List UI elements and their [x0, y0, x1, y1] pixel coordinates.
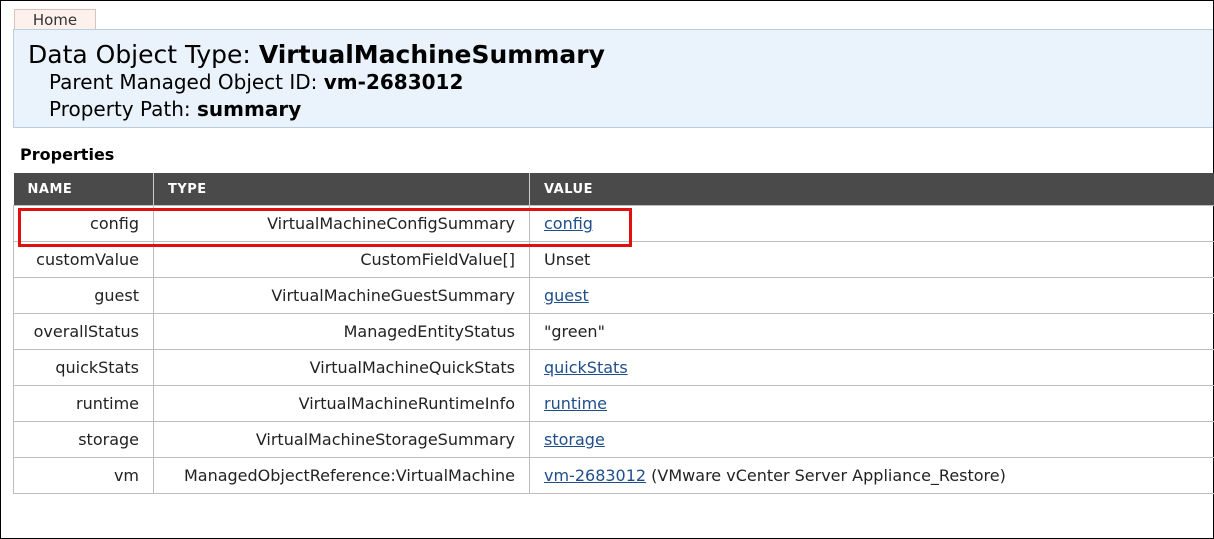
property-value-text: (VMware vCenter Server Appliance_Restore…	[646, 466, 1006, 485]
table-row: runtime VirtualMachineRuntimeInfo runtime	[13, 385, 1214, 422]
property-value: Unset	[529, 241, 1214, 278]
property-value-link[interactable]: quickStats	[544, 358, 628, 377]
property-type: ManagedEntityStatus	[153, 313, 530, 350]
table-row: vm ManagedObjectReference:VirtualMachine v…	[13, 457, 1214, 494]
property-type: VirtualMachineRuntimeInfo	[153, 385, 530, 422]
table-row: overallStatus ManagedEntityStatus "green"	[13, 313, 1214, 350]
property-value: guest	[529, 277, 1214, 314]
property-value-link[interactable]: guest	[544, 286, 589, 305]
property-value: vm-2683012 (VMware vCenter Server Applia…	[529, 457, 1214, 494]
property-value: storage	[529, 421, 1214, 458]
column-header-type: TYPE	[153, 173, 530, 206]
property-name: guest	[13, 277, 154, 314]
property-type: VirtualMachineGuestSummary	[153, 277, 530, 314]
path-prefix: Property Path:	[49, 97, 198, 121]
property-type: VirtualMachineConfigSummary	[153, 205, 530, 242]
table-row: quickStats VirtualMachineQuickStats quickS…	[13, 349, 1214, 386]
property-value: config	[529, 205, 1214, 242]
home-tab[interactable]: Home	[14, 9, 96, 29]
property-value-link[interactable]: vm-2683012	[544, 466, 646, 485]
object-header: Data Object Type: VirtualMachineSummary …	[13, 29, 1213, 128]
table-row: customValue CustomFieldValue[] Unset	[13, 241, 1214, 278]
property-value: "green"	[529, 313, 1214, 350]
title-value: VirtualMachineSummary	[258, 40, 605, 69]
table-row: storage VirtualMachineStorageSummary stora…	[13, 421, 1214, 458]
property-name: config	[13, 205, 154, 242]
property-value: quickStats	[529, 349, 1214, 386]
path-value: summary	[197, 97, 302, 121]
title-prefix: Data Object Type:	[28, 40, 259, 69]
parent-value: vm-2683012	[323, 70, 464, 94]
property-type: CustomFieldValue[]	[153, 241, 530, 278]
property-value: runtime	[529, 385, 1214, 422]
properties-table: NAME TYPE VALUE config VirtualMachineConf…	[13, 173, 1214, 494]
property-name: storage	[13, 421, 154, 458]
property-name: vm	[13, 457, 154, 494]
page-title: Data Object Type: VirtualMachineSummary	[28, 40, 605, 69]
parent-prefix: Parent Managed Object ID:	[49, 70, 324, 94]
property-type: ManagedObjectReference:VirtualMachine	[153, 457, 530, 494]
page-frame: Home Data Object Type: VirtualMachineSum…	[0, 0, 1214, 539]
property-value-text: "green"	[544, 322, 605, 341]
table-header-row: NAME TYPE VALUE	[13, 173, 1214, 206]
table-row: guest VirtualMachineGuestSummary guest	[13, 277, 1214, 314]
property-type: VirtualMachineQuickStats	[153, 349, 530, 386]
property-path-line: Property Path: summary	[49, 97, 301, 121]
column-header-value: VALUE	[529, 173, 1214, 206]
property-type: VirtualMachineStorageSummary	[153, 421, 530, 458]
property-value-link[interactable]: storage	[544, 430, 605, 449]
property-name: overallStatus	[13, 313, 154, 350]
column-header-name: NAME	[13, 173, 154, 206]
table-row: config VirtualMachineConfigSummary config	[13, 205, 1214, 242]
property-value-link[interactable]: config	[544, 214, 593, 233]
property-name: customValue	[13, 241, 154, 278]
property-name: runtime	[13, 385, 154, 422]
parent-object-line: Parent Managed Object ID: vm-2683012	[49, 70, 463, 94]
properties-heading: Properties	[20, 145, 115, 164]
property-value-text: Unset	[544, 250, 591, 269]
property-name: quickStats	[13, 349, 154, 386]
property-value-link[interactable]: runtime	[544, 394, 607, 413]
